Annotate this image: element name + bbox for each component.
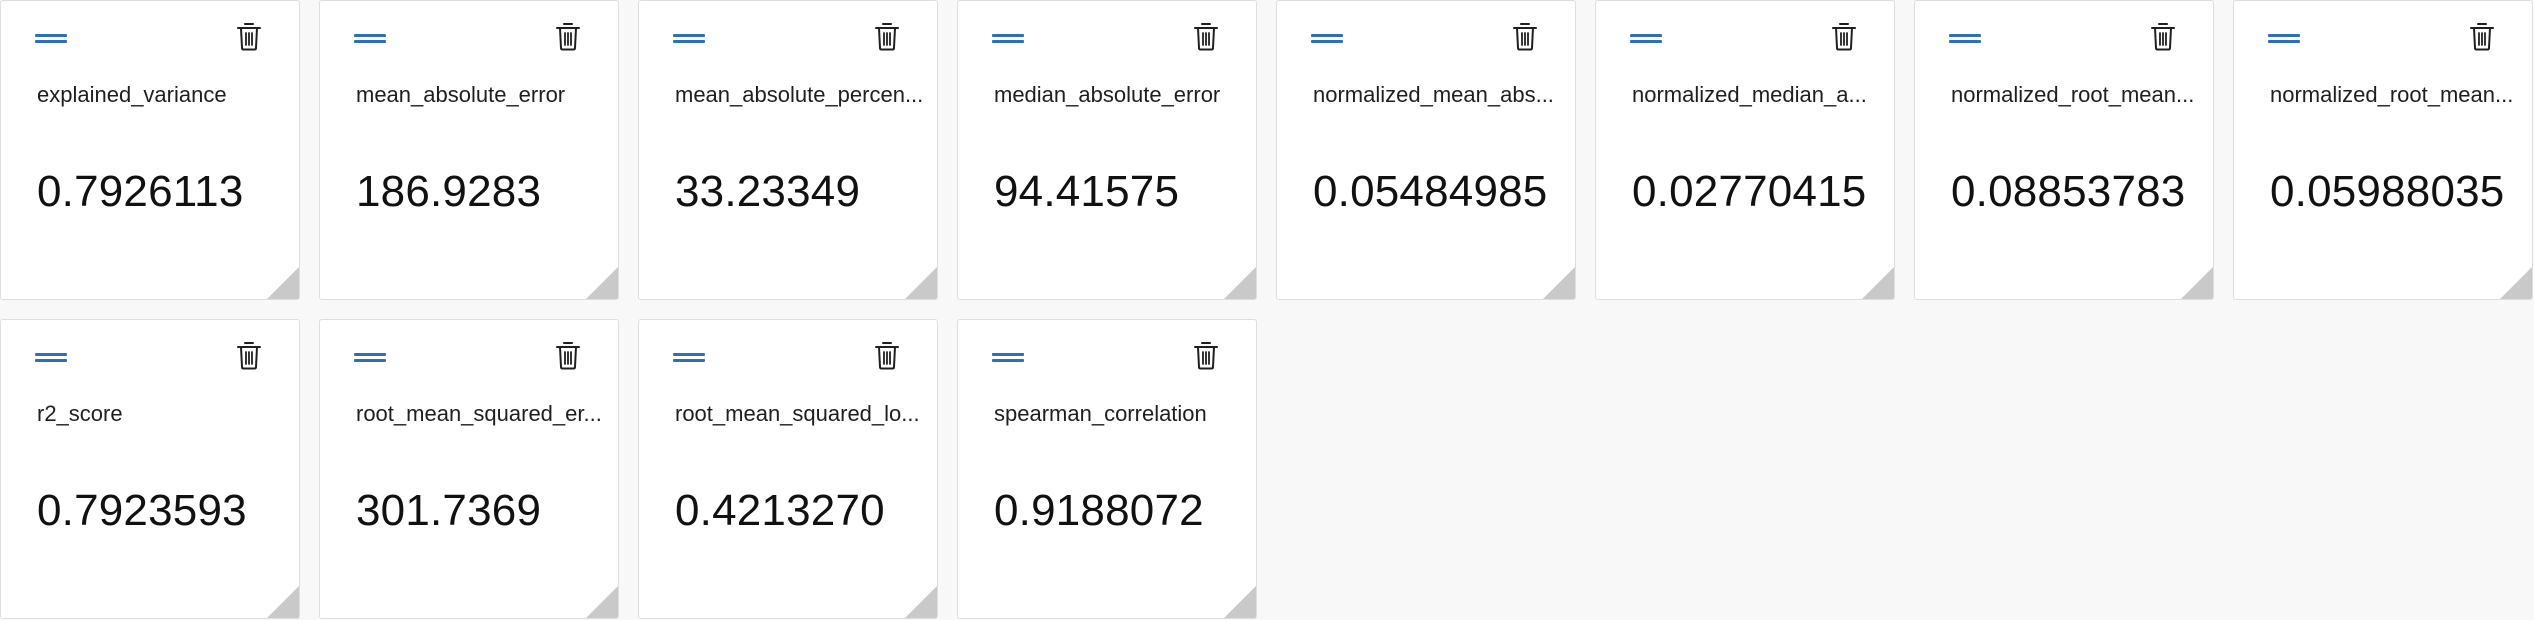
metric-value: 33.23349 <box>675 167 861 216</box>
metric-value: 0.4213270 <box>675 486 885 535</box>
trash-icon <box>1513 23 1537 51</box>
delete-card-button[interactable] <box>874 21 900 51</box>
metric-name: root_mean_squared_lo... <box>675 401 920 426</box>
metric-card-grid: explained_variance 0.7926113 mean_absolu… <box>0 0 2533 619</box>
trash-icon <box>556 342 580 370</box>
metric-card: median_absolute_error 94.41575 <box>957 0 1257 300</box>
metric-name: r2_score <box>37 401 123 426</box>
trash-icon <box>237 23 261 51</box>
metric-value: 186.9283 <box>356 167 542 216</box>
metric-name: mean_absolute_percen... <box>675 82 924 107</box>
resize-grip-icon[interactable] <box>586 267 618 299</box>
metric-card: mean_absolute_error 186.9283 <box>319 0 619 300</box>
drag-handle-icon[interactable] <box>35 31 67 47</box>
delete-card-button[interactable] <box>1193 340 1219 370</box>
metric-card: r2_score 0.7923593 <box>0 319 300 619</box>
trash-icon <box>1832 23 1856 51</box>
metric-name: explained_variance <box>37 82 227 107</box>
metric-value: 0.9188072 <box>994 486 1204 535</box>
resize-grip-icon[interactable] <box>2500 267 2532 299</box>
metric-name: mean_absolute_error <box>356 82 566 107</box>
metric-card: normalized_root_mean... 0.05988035 <box>2233 0 2533 300</box>
metric-name: normalized_root_mean... <box>1951 82 2195 107</box>
metric-name: normalized_root_mean... <box>2270 82 2514 107</box>
delete-card-button[interactable] <box>2150 21 2176 51</box>
metric-card: root_mean_squared_lo... 0.4213270 <box>638 319 938 619</box>
drag-handle-icon[interactable] <box>1311 31 1343 47</box>
delete-card-button[interactable] <box>874 340 900 370</box>
metric-name: root_mean_squared_er... <box>356 401 602 426</box>
drag-handle-icon[interactable] <box>2268 31 2300 47</box>
metric-card: spearman_correlation 0.9188072 <box>957 319 1257 619</box>
trash-icon <box>237 342 261 370</box>
trash-icon <box>2470 23 2494 51</box>
drag-handle-icon[interactable] <box>1630 31 1662 47</box>
resize-grip-icon[interactable] <box>1862 267 1894 299</box>
delete-card-button[interactable] <box>1193 21 1219 51</box>
trash-icon <box>2151 23 2175 51</box>
resize-grip-icon[interactable] <box>905 267 937 299</box>
resize-grip-icon[interactable] <box>2181 267 2213 299</box>
drag-handle-icon[interactable] <box>673 350 705 366</box>
metric-card: normalized_median_a... 0.02770415 <box>1595 0 1895 300</box>
trash-icon <box>1194 23 1218 51</box>
metric-name: spearman_correlation <box>994 401 1207 426</box>
metric-card: mean_absolute_percen... 33.23349 <box>638 0 938 300</box>
delete-card-button[interactable] <box>236 340 262 370</box>
metric-value: 0.02770415 <box>1632 167 1867 216</box>
drag-handle-icon[interactable] <box>992 350 1024 366</box>
resize-grip-icon[interactable] <box>1224 586 1256 618</box>
resize-grip-icon[interactable] <box>1224 267 1256 299</box>
resize-grip-icon[interactable] <box>1543 267 1575 299</box>
metric-card: root_mean_squared_er... 301.7369 <box>319 319 619 619</box>
drag-handle-icon[interactable] <box>673 31 705 47</box>
metric-value: 0.08853783 <box>1951 167 2186 216</box>
metric-value: 94.41575 <box>994 167 1180 216</box>
delete-card-button[interactable] <box>1512 21 1538 51</box>
metric-value: 0.7926113 <box>37 167 244 216</box>
drag-handle-icon[interactable] <box>354 350 386 366</box>
trash-icon <box>1194 342 1218 370</box>
resize-grip-icon[interactable] <box>267 267 299 299</box>
metric-name: normalized_mean_abs... <box>1313 82 1554 107</box>
metric-card: explained_variance 0.7926113 <box>0 0 300 300</box>
drag-handle-icon[interactable] <box>992 31 1024 47</box>
delete-card-button[interactable] <box>236 21 262 51</box>
metric-name: median_absolute_error <box>994 82 1221 107</box>
resize-grip-icon[interactable] <box>586 586 618 618</box>
drag-handle-icon[interactable] <box>1949 31 1981 47</box>
metric-value: 301.7369 <box>356 486 542 535</box>
resize-grip-icon[interactable] <box>905 586 937 618</box>
drag-handle-icon[interactable] <box>354 31 386 47</box>
drag-handle-icon[interactable] <box>35 350 67 366</box>
metric-value: 0.05484985 <box>1313 167 1548 216</box>
delete-card-button[interactable] <box>2469 21 2495 51</box>
metric-value: 0.7923593 <box>37 486 247 535</box>
delete-card-button[interactable] <box>555 340 581 370</box>
delete-card-button[interactable] <box>1831 21 1857 51</box>
metric-name: normalized_median_a... <box>1632 82 1867 107</box>
trash-icon <box>875 23 899 51</box>
metric-value: 0.05988035 <box>2270 167 2505 216</box>
resize-grip-icon[interactable] <box>267 586 299 618</box>
delete-card-button[interactable] <box>555 21 581 51</box>
trash-icon <box>556 23 580 51</box>
trash-icon <box>875 342 899 370</box>
metric-card: normalized_root_mean... 0.08853783 <box>1914 0 2214 300</box>
metric-card: normalized_mean_abs... 0.05484985 <box>1276 0 1576 300</box>
